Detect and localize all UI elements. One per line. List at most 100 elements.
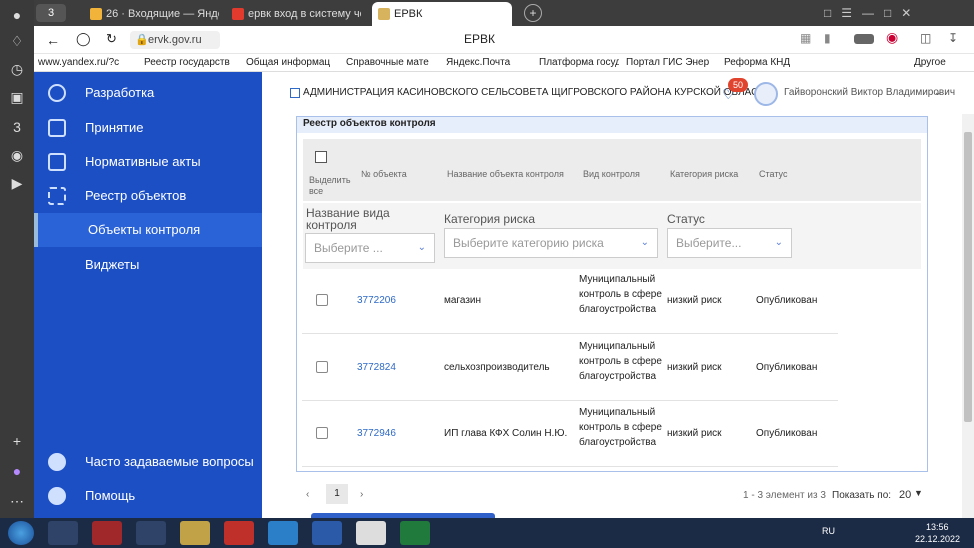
tab-mail-label: 26 · Входящие — Яндекс.П: [106, 8, 219, 20]
bookmark-item[interactable]: Справочные мате: [346, 57, 434, 68]
status: Опубликован: [756, 362, 818, 373]
tab-search[interactable]: ервк вход в систему чере: [226, 2, 361, 26]
nav-object-registry-label: Реестр объектов: [85, 188, 187, 203]
table-row[interactable]: 3772946 ИП глава КФХ Солин Н.Ю. Муниципа…: [302, 401, 838, 467]
bookmark-item[interactable]: www.yandex.ru/?c: [38, 57, 134, 68]
row-checkbox[interactable]: [316, 361, 328, 373]
filter-risk-select[interactable]: Выберите категорию риска ⌄: [444, 228, 658, 258]
nav-widgets[interactable]: Виджеты: [34, 248, 262, 282]
chevron-down-icon[interactable]: ▼: [914, 488, 923, 498]
back-icon[interactable]: ←: [46, 32, 60, 48]
page-number[interactable]: 1: [326, 484, 348, 504]
new-tab-icon[interactable]: +: [524, 4, 542, 22]
row-checkbox[interactable]: [316, 294, 328, 306]
bookmark-icon[interactable]: ▮: [824, 31, 831, 45]
bookmark-item[interactable]: Реестр государств: [144, 57, 232, 68]
start-button[interactable]: [8, 521, 34, 545]
status: Опубликован: [756, 295, 818, 306]
clock-date[interactable]: 22.12.2022: [915, 534, 960, 544]
nav-help[interactable]: Помощь: [34, 479, 262, 513]
protect-icon[interactable]: ◉: [886, 29, 898, 46]
tabs-count-icon[interactable]: 3: [8, 118, 26, 136]
avatar[interactable]: [754, 82, 778, 106]
chevron-down-icon: ⌄: [640, 237, 649, 248]
yandex-icon: [232, 8, 244, 20]
prev-page-icon[interactable]: ‹: [306, 489, 309, 500]
next-page-icon[interactable]: ›: [360, 489, 363, 500]
clock-time[interactable]: 13:56: [926, 522, 949, 532]
nav-normative-acts[interactable]: Нормативные акты: [34, 145, 262, 179]
document-icon: [48, 153, 66, 171]
downloads-icon[interactable]: ◫: [920, 31, 931, 45]
chevron-down-icon[interactable]: ⌄: [934, 87, 942, 98]
tab-counter[interactable]: 3: [36, 4, 66, 22]
firefox-icon[interactable]: [48, 521, 78, 545]
extension-icon[interactable]: [854, 34, 874, 44]
kompas-icon[interactable]: [312, 521, 342, 545]
row-checkbox[interactable]: [316, 427, 328, 439]
tab-mail[interactable]: 26 · Входящие — Яндекс.П: [84, 2, 219, 26]
reload-icon[interactable]: ↻: [106, 31, 117, 47]
nav-faq[interactable]: Часто задаваемые вопросы: [34, 445, 262, 479]
pagination-summary: 1 - 3 элемент из 3: [743, 490, 826, 501]
column-header-kind[interactable]: Вид контроля: [583, 169, 640, 179]
object-id-link[interactable]: 3772946: [357, 426, 396, 441]
yandex-icon[interactable]: [92, 521, 122, 545]
filter-type-placeholder: Выберите ...: [314, 241, 383, 255]
url-field[interactable]: 🔒 ervk.gov.ru: [130, 31, 220, 49]
nav-help-label: Помощь: [85, 488, 136, 503]
bookmark-item[interactable]: Реформа КНД: [724, 57, 802, 68]
side-nav: Разработка Принятие Нормативные акты Рее…: [34, 72, 262, 518]
yandex-logo-icon[interactable]: ◯: [76, 31, 91, 47]
speaker-icon[interactable]: [136, 521, 166, 545]
filter-status-select[interactable]: Выберите... ⌄: [667, 228, 792, 258]
bell-icon[interactable]: ♢: [8, 32, 26, 50]
ie-icon[interactable]: [268, 521, 298, 545]
object-id-link[interactable]: 3772206: [357, 293, 396, 308]
bookmarks-more[interactable]: Другое: [914, 57, 964, 68]
nav-object-registry[interactable]: Реестр объектов: [34, 179, 262, 213]
alice-icon[interactable]: ●: [8, 462, 26, 480]
nav-widgets-label: Виджеты: [85, 257, 140, 272]
yandex-browser-icon[interactable]: [356, 521, 386, 545]
table-row[interactable]: 3772206 магазин Муниципальный контроль в…: [302, 268, 838, 334]
filter-risk-placeholder: Выберите категорию риска: [453, 236, 604, 250]
add-icon[interactable]: +: [8, 432, 26, 450]
bookmark-item[interactable]: Портал ГИС Энер: [626, 57, 714, 68]
page-size-select[interactable]: 20: [899, 489, 911, 501]
scrollbar[interactable]: [962, 114, 974, 518]
bookmark-item[interactable]: Яндекс.Почта: [446, 57, 534, 68]
column-header-risk[interactable]: Категория риска: [670, 169, 738, 179]
user-name[interactable]: Гайворонский Виктор Владимирович: [784, 87, 955, 98]
translate-icon[interactable]: ▦: [800, 31, 811, 45]
yandex-app-icon[interactable]: [224, 521, 254, 545]
language-indicator[interactable]: RU: [822, 526, 835, 536]
tab-ervk[interactable]: ЕРВК: [372, 2, 512, 26]
column-header-status[interactable]: Статус: [759, 169, 787, 179]
play-icon[interactable]: ▶: [8, 174, 26, 192]
folder-icon[interactable]: [180, 521, 210, 545]
column-header-name[interactable]: Название объекта контроля: [447, 169, 564, 179]
checklist-icon: [48, 119, 66, 137]
nav-control-objects[interactable]: Объекты контроля: [34, 213, 262, 247]
emblem-icon: [378, 8, 390, 20]
select-all-checkbox[interactable]: [315, 151, 327, 163]
collections-icon[interactable]: ▣: [8, 88, 26, 106]
screenshot-icon[interactable]: ◉: [8, 146, 26, 164]
scrollbar-thumb[interactable]: [964, 132, 972, 422]
column-header-id[interactable]: № объекта: [361, 169, 407, 179]
nav-development[interactable]: Разработка: [34, 76, 262, 110]
table-row[interactable]: 3772824 сельхозпроизводитель Муниципальн…: [302, 335, 838, 401]
excel-icon[interactable]: [400, 521, 430, 545]
more-icon[interactable]: ⋯: [8, 492, 26, 510]
risk-category: низкий риск: [667, 295, 722, 306]
nav-adoption[interactable]: Принятие: [34, 111, 262, 145]
history-icon[interactable]: ◷: [8, 60, 26, 78]
filter-type-select[interactable]: Выберите ... ⌄: [305, 233, 435, 263]
lock-icon: 🔒: [135, 34, 149, 46]
download-arrow-icon[interactable]: ↧: [948, 31, 958, 45]
object-id-link[interactable]: 3772824: [357, 360, 396, 375]
profile-icon[interactable]: ●: [8, 6, 26, 24]
bookmark-item[interactable]: Общая информац: [246, 57, 334, 68]
bookmark-item[interactable]: Платформа госуд: [539, 57, 619, 68]
